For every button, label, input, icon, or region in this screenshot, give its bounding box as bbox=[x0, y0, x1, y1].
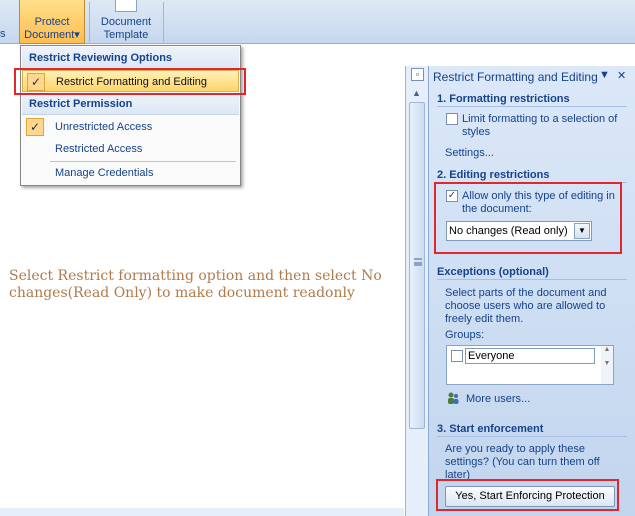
menu-heading-permission: Restrict Permission bbox=[22, 93, 239, 115]
scroll-up-arrow-icon[interactable]: ▲ bbox=[412, 88, 421, 98]
highlight-box-start-button bbox=[436, 479, 619, 511]
pane-menu-dropdown-icon[interactable]: ▼ bbox=[599, 69, 610, 81]
close-icon[interactable]: ✕ bbox=[617, 69, 626, 82]
scrollbar-thumb[interactable] bbox=[409, 102, 425, 429]
document-template-button[interactable]: Document Template bbox=[93, 0, 159, 44]
document-template-label-line2: Template bbox=[103, 29, 149, 41]
restrict-formatting-pane: Restrict Formatting and Editing ▼ ✕ 1. F… bbox=[428, 66, 635, 516]
ribbon-separator bbox=[89, 2, 90, 42]
menu-item-manage-credentials[interactable]: Manage Credentials bbox=[22, 162, 239, 184]
limit-formatting-checkbox[interactable] bbox=[446, 113, 458, 125]
section-exceptions: Exceptions (optional) bbox=[437, 266, 627, 280]
protect-document-button[interactable]: Protect Document▾ bbox=[19, 0, 85, 44]
ribbon-separator bbox=[163, 2, 164, 42]
grip-icon bbox=[414, 258, 422, 266]
highlight-box-menu-item bbox=[14, 68, 246, 95]
section-formatting-restrictions: 1. Formatting restrictions bbox=[437, 93, 627, 107]
menu-item-unrestricted-access[interactable]: ✓ Unrestricted Access bbox=[22, 116, 239, 138]
group-name-everyone[interactable]: Everyone bbox=[465, 348, 595, 364]
more-users-link[interactable]: More users... bbox=[466, 393, 530, 405]
settings-link[interactable]: Settings... bbox=[445, 147, 494, 159]
section-start-enforcement: 3. Start enforcement bbox=[437, 423, 627, 437]
instruction-text: Select Restrict formatting option and th… bbox=[9, 268, 382, 301]
menu-item-label: Unrestricted Access bbox=[55, 121, 153, 133]
protect-document-menu: Restrict Reviewing Options ✓ Restrict Fo… bbox=[20, 45, 241, 186]
menu-item-label: Manage Credentials bbox=[55, 167, 154, 179]
exceptions-description: Select parts of the document and choose … bbox=[445, 287, 607, 325]
protect-document-label-line2: Document bbox=[24, 29, 75, 41]
groups-list[interactable]: Everyone ▲ ▼ bbox=[446, 345, 614, 385]
everyone-checkbox[interactable] bbox=[451, 350, 463, 362]
menu-item-label: Restricted Access bbox=[55, 143, 143, 155]
ribbon: s Protect Document▾ Document Template bbox=[0, 0, 635, 44]
ribbon-cut-label: s bbox=[0, 28, 6, 40]
chevron-down-icon: ▾ bbox=[74, 29, 80, 41]
users-icon[interactable] bbox=[446, 391, 460, 405]
document-template-icon bbox=[115, 0, 137, 12]
horizontal-scrollbar[interactable] bbox=[0, 508, 404, 516]
menu-heading-reviewing: Restrict Reviewing Options bbox=[22, 47, 239, 69]
vertical-scrollbar[interactable]: ▲ bbox=[405, 66, 428, 516]
groups-scrollbar[interactable]: ▲ ▼ bbox=[601, 346, 613, 384]
protect-document-label-line1: Protect bbox=[34, 16, 70, 28]
menu-item-restricted-access[interactable]: Restricted Access bbox=[22, 138, 239, 160]
checkmark-icon: ✓ bbox=[26, 118, 44, 136]
limit-formatting-label: Limit formatting to a selection of style… bbox=[462, 113, 618, 138]
enforcement-description: Are you ready to apply these settings? (… bbox=[445, 443, 600, 479]
highlight-box-editing-restrictions bbox=[434, 182, 622, 254]
groups-label: Groups: bbox=[445, 329, 485, 341]
pane-toggle-icon[interactable]: ▫ bbox=[411, 68, 424, 81]
pane-title: Restrict Formatting and Editing bbox=[433, 70, 598, 84]
document-template-label-line1: Document bbox=[100, 16, 152, 28]
section-editing-restrictions: 2. Editing restrictions bbox=[437, 169, 627, 183]
